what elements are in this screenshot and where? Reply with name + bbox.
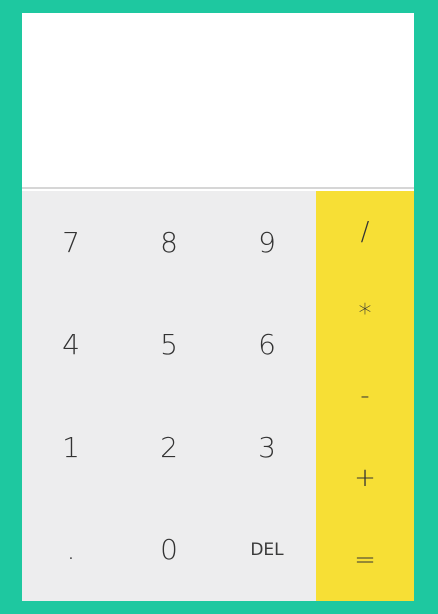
display-panel — [22, 13, 414, 189]
subtract-button[interactable]: - — [316, 355, 414, 437]
key-0[interactable]: 0 — [120, 499, 218, 602]
key-decimal[interactable]: . — [22, 499, 120, 602]
key-6[interactable]: 6 — [218, 294, 316, 397]
equals-button[interactable]: = — [316, 519, 414, 601]
key-2[interactable]: 2 — [120, 396, 218, 499]
multiply-button[interactable]: * — [316, 273, 414, 355]
divide-button[interactable]: / — [316, 191, 414, 273]
delete-button[interactable]: DEL — [218, 499, 316, 602]
number-keypad: 7 8 9 4 5 6 1 2 3 . 0 DEL — [22, 191, 316, 601]
add-button[interactable]: + — [316, 437, 414, 519]
key-3[interactable]: 3 — [218, 396, 316, 499]
key-4[interactable]: 4 — [22, 294, 120, 397]
key-1[interactable]: 1 — [22, 396, 120, 499]
operator-panel: / * - + = — [316, 191, 414, 601]
key-8[interactable]: 8 — [120, 191, 218, 294]
key-7[interactable]: 7 — [22, 191, 120, 294]
key-5[interactable]: 5 — [120, 294, 218, 397]
key-9[interactable]: 9 — [218, 191, 316, 294]
calculator-app: 7 8 9 4 5 6 1 2 3 . 0 DEL / * - + = — [22, 13, 414, 601]
